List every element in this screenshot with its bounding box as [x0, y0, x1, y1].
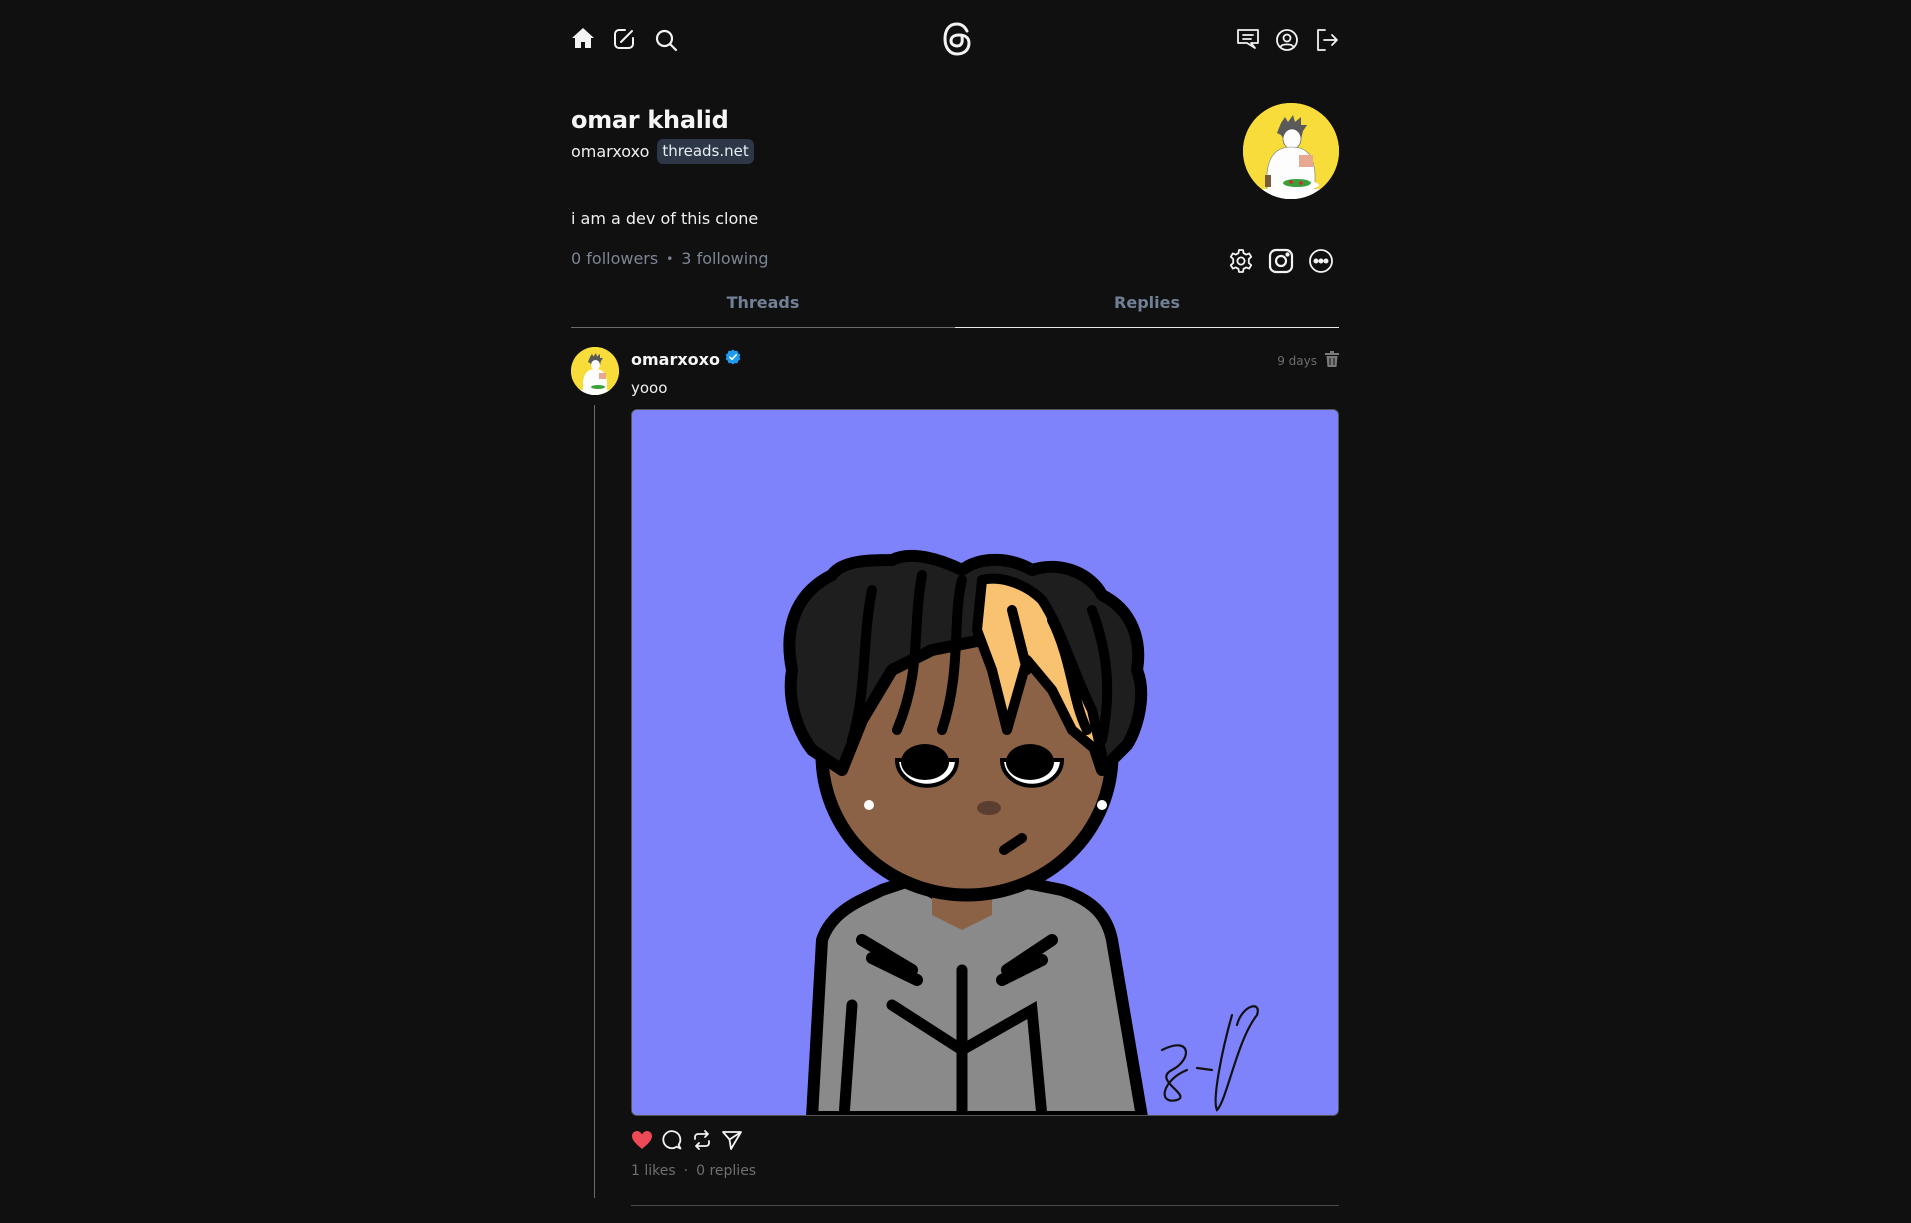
- post-text: yooo: [631, 379, 668, 397]
- tab-replies[interactable]: Replies: [955, 285, 1339, 328]
- settings-icon[interactable]: [1226, 246, 1256, 276]
- chat-icon[interactable]: [1236, 28, 1260, 50]
- thread-line: [594, 405, 595, 1198]
- profile-name: omar khalid: [571, 106, 729, 134]
- page-container: omar khalid omarxoxo threads.net i am a …: [571, 0, 1339, 1206]
- post-meta: 9 days: [1277, 351, 1339, 371]
- share-icon[interactable]: [721, 1129, 743, 1155]
- home-icon[interactable]: [571, 26, 595, 50]
- profile-icon[interactable]: [1275, 28, 1299, 52]
- post-avatar[interactable]: [571, 347, 619, 395]
- stats-separator: •: [666, 251, 674, 266]
- post-username[interactable]: omarxoxo: [631, 350, 720, 369]
- following-count[interactable]: 3 following: [681, 249, 768, 268]
- post-author: omarxoxo: [631, 349, 741, 369]
- create-post-icon[interactable]: [612, 27, 636, 51]
- profile-actions: [1226, 246, 1336, 276]
- profile-username: omarxoxo: [571, 142, 650, 161]
- post-image[interactable]: [631, 409, 1339, 1116]
- more-options-icon[interactable]: [1306, 246, 1336, 276]
- post-divider: [631, 1205, 1339, 1206]
- follow-stats: 0 followers • 3 following: [571, 249, 769, 268]
- post-time: 9 days: [1277, 354, 1317, 368]
- post-actions: [631, 1129, 743, 1155]
- repost-icon[interactable]: [691, 1129, 713, 1155]
- threads-logo-icon[interactable]: [942, 22, 972, 56]
- profile-bio: i am a dev of this clone: [571, 209, 759, 228]
- search-icon[interactable]: [654, 28, 678, 52]
- domain-badge: threads.net: [657, 139, 754, 164]
- delete-icon[interactable]: [1325, 351, 1339, 371]
- verified-badge-icon: [725, 349, 741, 369]
- post-counts: 1 likes · 0 replies: [631, 1163, 756, 1179]
- handle-row: omarxoxo threads.net: [571, 139, 754, 164]
- replies-count[interactable]: 0 replies: [696, 1163, 756, 1179]
- likes-count[interactable]: 1 likes: [631, 1163, 676, 1179]
- reply-icon[interactable]: [661, 1129, 683, 1155]
- logout-icon[interactable]: [1315, 28, 1339, 52]
- profile-tabs: Threads Replies: [571, 285, 1339, 328]
- followers-count[interactable]: 0 followers: [571, 249, 658, 268]
- profile-avatar[interactable]: [1243, 103, 1339, 199]
- tab-threads[interactable]: Threads: [571, 285, 955, 328]
- top-navigation: [571, 0, 1339, 80]
- like-icon[interactable]: [631, 1130, 653, 1154]
- counts-separator: ·: [683, 1163, 689, 1179]
- instagram-icon[interactable]: [1266, 246, 1296, 276]
